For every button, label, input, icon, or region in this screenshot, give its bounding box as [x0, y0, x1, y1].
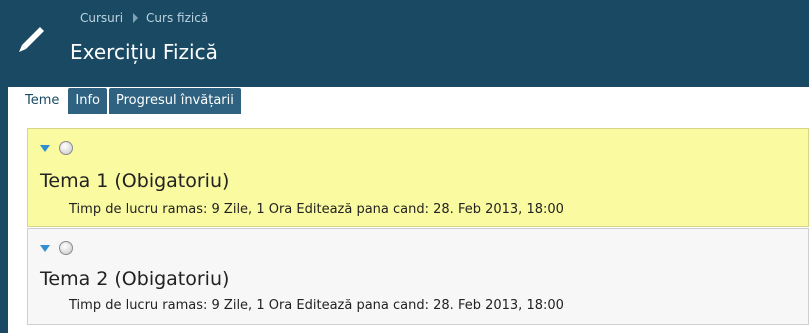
topic-title[interactable]: Tema 2 (Obigatoriu) — [40, 268, 229, 290]
left-strip — [0, 0, 8, 333]
triangle-down-icon[interactable] — [40, 144, 50, 152]
topic-icons — [40, 241, 73, 255]
tab-bar: Teme Info Progresul învățarii — [18, 88, 243, 114]
tab-info[interactable]: Info — [68, 88, 108, 114]
page-title: Exercițiu Fizică — [70, 40, 218, 64]
breadcrumb-separator — [133, 13, 139, 23]
status-circle-icon — [59, 241, 73, 255]
triangle-down-icon[interactable] — [40, 244, 50, 252]
topic-icons — [40, 141, 73, 155]
tab-progresul-invatarii[interactable]: Progresul învățarii — [109, 88, 241, 114]
breadcrumb-item-curs-fizica[interactable]: Curs fizică — [140, 8, 216, 28]
topic-title[interactable]: Tema 1 (Obigatoriu) — [40, 170, 229, 192]
breadcrumb: Cursuri Curs fizică — [74, 8, 216, 28]
topic-meta: Timp de lucru ramas: 9 Zile, 1 Ora Edite… — [69, 298, 564, 313]
topic-meta: Timp de lucru ramas: 9 Zile, 1 Ora Edite… — [69, 202, 564, 217]
tab-teme[interactable]: Teme — [18, 88, 67, 114]
topic-panel[interactable]: Tema 2 (Obigatoriu) Timp de lucru ramas:… — [27, 228, 809, 325]
breadcrumb-item-cursuri[interactable]: Cursuri — [74, 8, 131, 28]
pencil-icon — [19, 27, 44, 52]
status-circle-icon — [59, 141, 73, 155]
topic-panel[interactable]: Tema 1 (Obigatoriu) Timp de lucru ramas:… — [27, 128, 809, 227]
